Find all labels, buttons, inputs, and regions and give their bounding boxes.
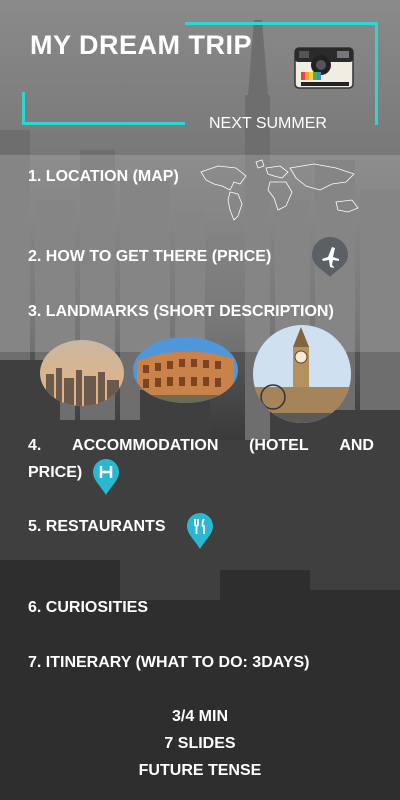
slide: MY DREAM TRIP NEXT SUMMER 1. LOCATION (M… bbox=[0, 0, 400, 800]
frame-line-bottom bbox=[22, 92, 185, 125]
page-title: MY DREAM TRIP bbox=[30, 30, 253, 60]
accommodation-word: AND bbox=[339, 437, 374, 454]
airplane-pin-icon bbox=[312, 237, 348, 277]
world-map-icon bbox=[200, 159, 359, 221]
accommodation-word: ACCOMMODATION bbox=[72, 437, 219, 454]
page-subtitle: NEXT SUMMER bbox=[209, 115, 327, 132]
city-skyline-photo bbox=[40, 340, 124, 406]
list-item-curiosities: 6. CURIOSITIES bbox=[28, 599, 149, 616]
hotel-pin-icon bbox=[93, 459, 119, 495]
list-item-landmarks: 3. LANDMARKS (SHORT DESCRIPTION) bbox=[28, 303, 334, 320]
big-ben-photo bbox=[253, 325, 351, 423]
list-item-restaurants: 5. RESTAURANTS bbox=[28, 518, 166, 535]
accommodation-word: 4. bbox=[28, 437, 42, 454]
accommodation-word: (HOTEL bbox=[249, 437, 309, 454]
polaroid-camera-icon bbox=[294, 47, 354, 89]
footer-slides: 7 SLIDES bbox=[164, 735, 236, 752]
list-item-transport: 2. HOW TO GET THERE (PRICE) bbox=[28, 248, 272, 265]
list-item-accommodation: 4. ACCOMMODATION (HOTEL AND bbox=[28, 437, 374, 455]
colosseum-photo bbox=[133, 337, 238, 403]
list-item-location: 1. LOCATION (MAP) bbox=[28, 168, 179, 185]
footer-duration: 3/4 MIN bbox=[171, 708, 228, 725]
footer-tense: FUTURE TENSE bbox=[138, 762, 262, 779]
restaurant-pin-icon bbox=[187, 513, 213, 549]
list-item-accommodation-line2: PRICE) bbox=[28, 464, 83, 481]
list-item-itinerary: 7. ITINERARY (WHAT TO DO: 3DAYS) bbox=[28, 654, 310, 671]
